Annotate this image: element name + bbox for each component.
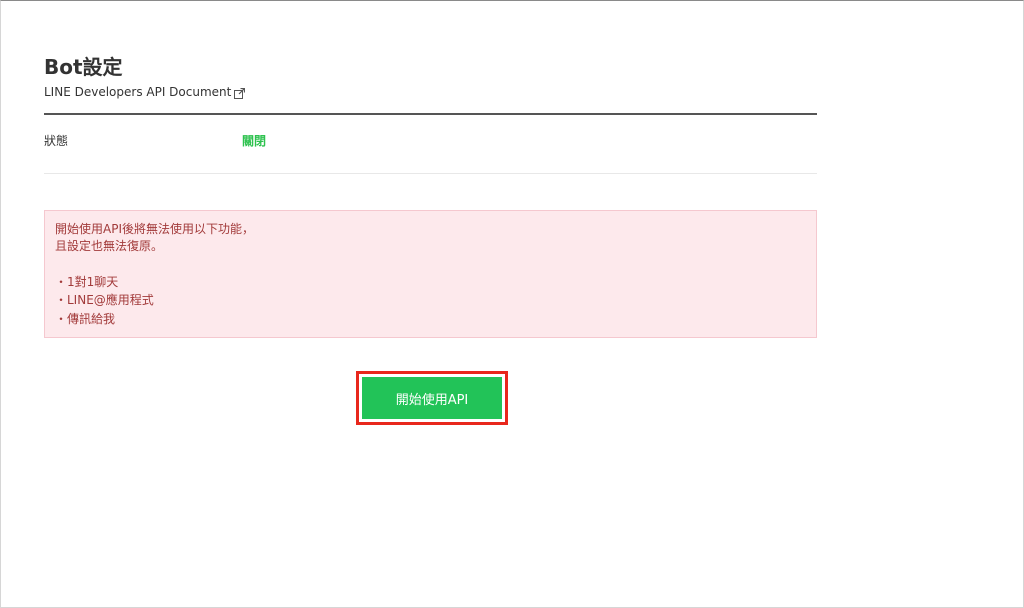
api-document-link[interactable]: LINE Developers API Document: [44, 84, 246, 100]
start-api-button[interactable]: 開始使用API: [362, 377, 502, 419]
external-link-icon: [234, 87, 246, 99]
api-document-link-label: LINE Developers API Document: [44, 85, 232, 99]
warning-alert: 開始使用API後將無法使用以下功能， 且設定也無法復原。 ・1對1聊天 ・LIN…: [44, 210, 817, 338]
warning-bullet: ・LINE@應用程式: [55, 293, 154, 307]
status-value: 關閉: [242, 134, 267, 148]
warning-line: 且設定也無法復原。: [55, 239, 164, 253]
page-title: Bot設定: [44, 55, 123, 79]
status-label: 狀態: [44, 134, 69, 148]
warning-line: 開始使用API後將無法使用以下功能，: [55, 222, 254, 236]
title-divider: [44, 113, 817, 115]
status-divider: [44, 173, 817, 174]
warning-bullet: ・1對1聊天: [55, 275, 119, 289]
start-api-highlight: 開始使用API: [356, 371, 508, 425]
page-frame: Bot設定 LINE Developers API Document 狀態 關閉…: [0, 0, 1024, 608]
warning-bullet: ・傳訊給我: [55, 312, 116, 326]
